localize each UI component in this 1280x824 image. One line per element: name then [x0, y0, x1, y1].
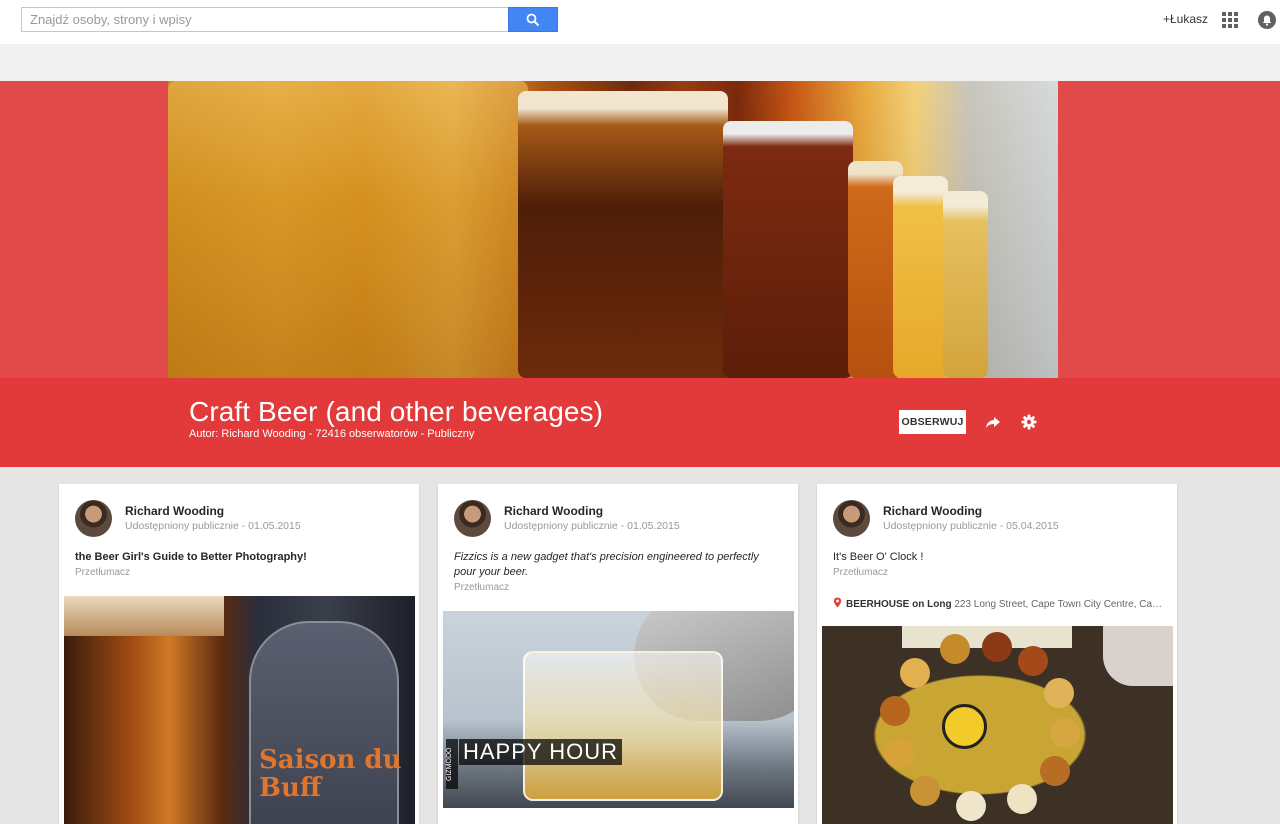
post-meta[interactable]: Udostępniony publicznie - 01.05.2015 [125, 520, 301, 532]
post-text: the Beer Girl's Guide to Better Photogra… [75, 551, 307, 563]
search-icon [526, 13, 540, 26]
post-author[interactable]: Richard Wooding [883, 504, 982, 518]
community-title: Craft Beer (and other beverages) [189, 396, 604, 427]
post-image[interactable]: Saison du Buff [64, 596, 415, 824]
avatar[interactable] [833, 500, 870, 537]
post-card: Richard Wooding Udostępniony publicznie … [59, 484, 419, 824]
translate-link[interactable]: Przetłumacz [833, 567, 888, 578]
avatar[interactable] [75, 500, 112, 537]
image-side-text: GIZMODO [446, 739, 458, 789]
post-text: It's Beer O' Clock ! [833, 551, 924, 563]
top-bar: +Łukasz [0, 0, 1280, 44]
translate-link[interactable]: Przetłumacz [454, 582, 509, 593]
search-bar [21, 7, 558, 32]
settings-gear-icon[interactable] [1020, 413, 1038, 431]
post-text: Fizzics is a new gadget that's precision… [454, 551, 759, 578]
avatar[interactable] [454, 500, 491, 537]
location-link[interactable]: BEERHOUSE on Long 223 Long Street, Cape … [833, 597, 1163, 610]
post-author[interactable]: Richard Wooding [125, 504, 224, 518]
translate-link[interactable]: Przetłumacz [75, 567, 130, 578]
search-input[interactable] [21, 7, 508, 32]
cover-photo [168, 81, 1058, 378]
image-label-text: Saison du Buff [259, 745, 402, 803]
community-meta: Autor: Richard Wooding - 72416 obserwato… [189, 428, 475, 440]
post-meta[interactable]: Udostępniony publicznie - 05.04.2015 [883, 520, 1059, 532]
share-icon[interactable] [984, 413, 1002, 431]
search-button[interactable] [508, 7, 558, 32]
location-name: BEERHOUSE on Long [846, 599, 952, 610]
post-image[interactable] [822, 626, 1173, 824]
user-profile-link[interactable]: +Łukasz [1163, 12, 1208, 26]
apps-grid-icon[interactable] [1222, 12, 1238, 28]
post-meta[interactable]: Udostępniony publicznie - 01.05.2015 [504, 520, 680, 532]
notifications-bell-icon[interactable] [1258, 11, 1276, 29]
image-overlay-text: HAPPY HOUR [459, 739, 623, 765]
post-card: Richard Wooding Udostępniony publicznie … [438, 484, 798, 824]
follow-button[interactable]: OBSERWUJ [899, 410, 966, 434]
post-author[interactable]: Richard Wooding [504, 504, 603, 518]
header-spacer [0, 44, 1280, 81]
post-card: Richard Wooding Udostępniony publicznie … [817, 484, 1177, 824]
location-pin-icon [833, 597, 842, 608]
location-address: 223 Long Street, Cape Town City Centre, … [954, 599, 1163, 610]
post-image[interactable]: HAPPY HOUR GIZMODO [443, 611, 794, 808]
